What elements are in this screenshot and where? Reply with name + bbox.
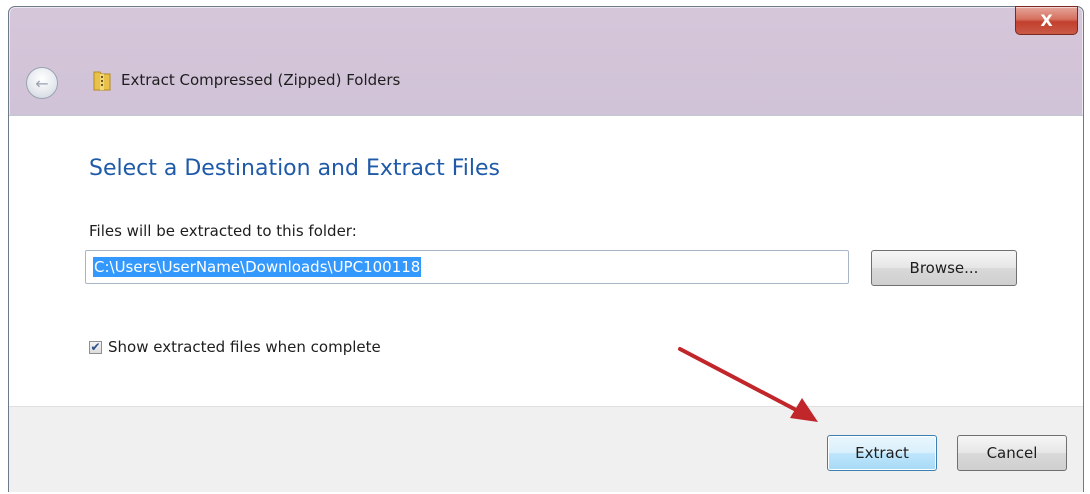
destination-label: Files will be extracted to this folder: [89,222,357,240]
checkmark-icon: ✔ [90,340,101,354]
show-files-option[interactable]: ✔ Show extracted files when complete [89,338,381,356]
back-button[interactable]: ← [26,67,58,99]
extract-button[interactable]: Extract [827,435,937,471]
browse-button[interactable]: Browse... [871,250,1017,286]
dialog-content: Select a Destination and Extract Files F… [9,115,1083,406]
cancel-button[interactable]: Cancel [957,435,1067,471]
dialog-footer: Extract Cancel [9,406,1083,492]
zip-folder-icon [93,71,111,91]
close-icon: X [1040,11,1053,30]
window-title: Extract Compressed (Zipped) Folders [121,71,401,89]
destination-path-input[interactable]: C:\Users\UserName\Downloads\UPC100118 [85,250,849,284]
close-button[interactable]: X [1015,6,1078,35]
back-arrow-icon: ← [35,73,49,93]
page-title: Select a Destination and Extract Files [89,156,501,181]
extract-dialog-window: X ← Extract Compressed (Zipped) Folders … [8,6,1084,492]
destination-path-value: C:\Users\UserName\Downloads\UPC100118 [93,257,422,277]
dialog-header: ← Extract Compressed (Zipped) Folders [9,55,1083,109]
show-files-label: Show extracted files when complete [108,338,381,356]
show-files-checkbox[interactable]: ✔ [89,340,102,354]
